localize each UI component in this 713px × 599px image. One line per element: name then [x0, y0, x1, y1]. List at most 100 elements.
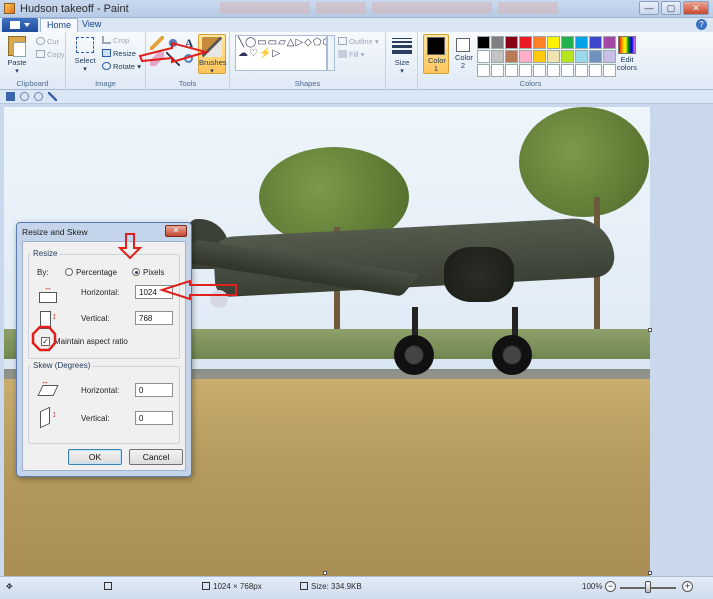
pixels-label[interactable]: Pixels [143, 268, 164, 277]
size-button[interactable]: Size ▾ [390, 34, 414, 75]
palette-swatch[interactable] [547, 50, 560, 63]
cancel-button[interactable]: Cancel [129, 449, 183, 465]
tab-view[interactable]: View [76, 18, 107, 32]
outline-button[interactable]: Outline ▾ [338, 36, 379, 47]
dialog-close-button[interactable]: ✕ [165, 225, 187, 237]
palette-swatch[interactable] [477, 36, 490, 49]
color1-button[interactable]: Color 1 [423, 34, 449, 74]
palette-swatch[interactable] [561, 36, 574, 49]
color1-label: Color 1 [428, 56, 446, 73]
undo-icon[interactable] [20, 92, 29, 101]
rotate-button[interactable]: Rotate ▾ [102, 61, 141, 72]
horizontal-input[interactable] [135, 285, 173, 299]
palette-swatch[interactable] [575, 36, 588, 49]
palette-swatch[interactable] [547, 36, 560, 49]
palette-swatch[interactable] [589, 64, 602, 77]
background-taskbar-strip [220, 2, 660, 16]
close-button[interactable]: ✕ [683, 1, 709, 15]
paste-button[interactable]: Paste ▾ [4, 34, 30, 75]
select-button[interactable]: Select ▾ [70, 34, 100, 73]
image-dimensions: 1024 × 768px [202, 582, 262, 591]
minimize-button[interactable]: — [639, 1, 659, 15]
dialog-title: Resize and Skew [22, 227, 88, 237]
palette-swatch[interactable] [547, 64, 560, 77]
palette-swatch[interactable] [519, 36, 532, 49]
line-width-icon [392, 38, 412, 54]
canvas-resize-handle-right[interactable] [648, 328, 652, 332]
pencil-icon[interactable] [150, 36, 164, 50]
palette-swatch[interactable] [505, 36, 518, 49]
color2-label: Color 2 [455, 53, 473, 70]
crop-button[interactable]: Crop [102, 35, 129, 46]
palette-swatch[interactable] [491, 36, 504, 49]
aircraft-roundel [210, 290, 228, 308]
palette-swatch[interactable] [519, 50, 532, 63]
palette-swatch[interactable] [533, 50, 546, 63]
palette-swatch[interactable] [505, 50, 518, 63]
shapes-gallery[interactable]: ╲◯▭▭▱△▷◇⬠⬡→←↑↓✦★✶☐☁♡⚡▷ [235, 35, 327, 71]
save-icon[interactable] [6, 92, 15, 101]
eraser-icon[interactable] [150, 52, 164, 66]
tab-home[interactable]: Home [40, 18, 79, 32]
file-size-text: Size: 334.9KB [311, 582, 362, 591]
magnifier-icon[interactable] [184, 54, 193, 63]
skew-horizontal-input[interactable] [135, 383, 173, 397]
palette-swatch[interactable] [575, 64, 588, 77]
shapes-group-label: Shapes [294, 79, 321, 88]
edit-colors-button[interactable]: Edit colors [614, 34, 640, 72]
palette-swatch[interactable] [561, 50, 574, 63]
zoom-slider-thumb[interactable] [645, 581, 651, 593]
chevron-down-icon: ▾ [15, 68, 19, 75]
skew-fieldset: Skew (Degrees) ↔ Horizontal: ↕ Vertical: [28, 361, 180, 444]
copy-button[interactable]: Copy [36, 49, 65, 60]
color-picker-icon[interactable] [166, 52, 180, 66]
clipboard-group: Paste ▾ Cut Copy Clipboard [0, 32, 66, 90]
help-icon[interactable]: ? [696, 19, 707, 30]
palette-swatch[interactable] [575, 50, 588, 63]
palette-swatch[interactable] [533, 36, 546, 49]
pixels-radio[interactable] [132, 268, 140, 276]
zoom-out-button[interactable]: − [605, 581, 616, 592]
maintain-aspect-label[interactable]: Maintain aspect ratio [54, 337, 128, 346]
palette-swatch[interactable] [519, 64, 532, 77]
palette-swatch[interactable] [505, 64, 518, 77]
crop-label: Crop [113, 36, 130, 45]
size-group: Size ▾ [386, 32, 418, 90]
palette-swatch[interactable] [589, 36, 602, 49]
percentage-label[interactable]: Percentage [76, 268, 117, 277]
palette-swatch[interactable] [533, 64, 546, 77]
horizontal-skew-icon: ↔ [37, 377, 59, 401]
shapes-gallery-scroll[interactable] [327, 35, 335, 71]
percentage-radio[interactable] [65, 268, 73, 276]
paste-label: Paste [7, 58, 27, 67]
redo-icon[interactable] [34, 92, 43, 101]
cut-button[interactable]: Cut [36, 36, 59, 47]
customize-qat-icon[interactable] [48, 92, 57, 101]
palette-swatch[interactable] [561, 64, 574, 77]
zoom-in-button[interactable]: + [682, 581, 693, 592]
brushes-button[interactable]: Brushes ▾ [198, 34, 227, 75]
fill-button[interactable]: Fill ▾ [338, 49, 364, 60]
canvas-resize-handle-bottom[interactable] [323, 571, 327, 575]
skew-vertical-input[interactable] [135, 411, 173, 425]
ok-button[interactable]: OK [68, 449, 122, 465]
palette-swatch[interactable] [589, 50, 602, 63]
palette-swatch[interactable] [491, 64, 504, 77]
resize-label: Resize [113, 49, 136, 58]
palette-swatch[interactable] [477, 50, 490, 63]
vertical-input[interactable] [135, 311, 173, 325]
paint-menu-button[interactable] [2, 18, 38, 32]
dimensions-text: 1024 × 768px [213, 582, 262, 591]
maintain-aspect-checkbox[interactable]: ✓ [41, 337, 50, 346]
menu-icon [10, 21, 20, 29]
canvas-resize-handle-corner[interactable] [648, 571, 652, 575]
text-tool-icon[interactable]: A [182, 36, 196, 50]
vertical-skew-icon: ↕ [37, 406, 59, 429]
paint-app-icon[interactable] [4, 3, 15, 14]
maximize-button[interactable]: ▢ [661, 1, 681, 15]
resize-button[interactable]: Resize [102, 48, 136, 59]
color2-button[interactable]: Color 2 [451, 34, 475, 70]
fill-bucket-icon[interactable] [166, 36, 180, 50]
palette-swatch[interactable] [491, 50, 504, 63]
palette-swatch[interactable] [477, 64, 490, 77]
